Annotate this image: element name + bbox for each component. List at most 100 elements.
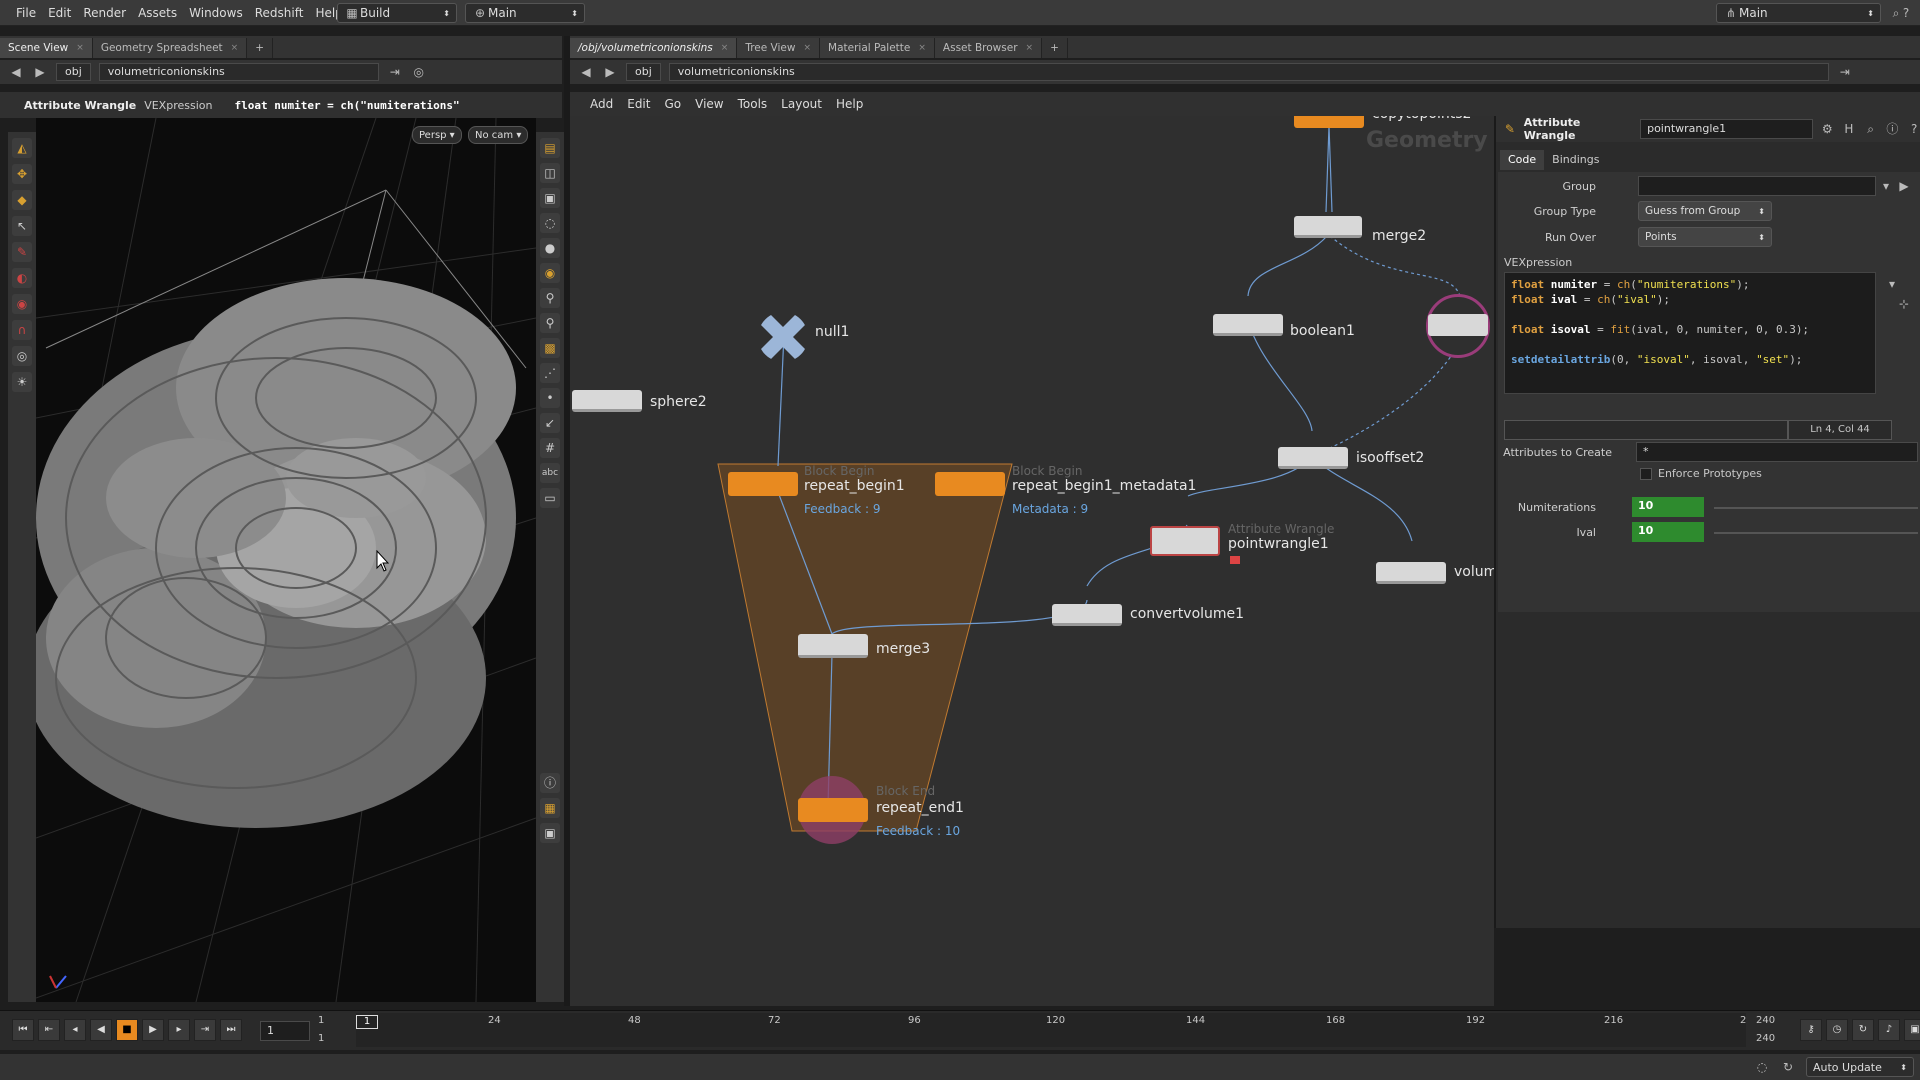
handle-tool-icon[interactable]: ✎ [12,242,32,262]
stop-icon[interactable]: ■ [116,1019,138,1041]
path-node[interactable]: volumetriconionskins [98,63,379,81]
prev-key-icon[interactable]: ⇤ [38,1019,60,1041]
loop-icon[interactable]: ↻ [1852,1019,1874,1041]
node-sphere2[interactable] [572,390,642,412]
shading-icon[interactable]: ● [540,238,560,258]
update-mode-select[interactable]: Auto Update ⬍ [1806,1057,1914,1077]
help-icon[interactable]: ? [1898,5,1914,21]
help-icon[interactable]: ? [1906,121,1920,137]
net-menu-help[interactable]: Help [830,97,869,111]
numiter-field[interactable]: 10 [1632,497,1704,517]
net-menu-add[interactable]: Add [584,97,619,111]
pin-icon[interactable]: ⇥ [1837,64,1853,80]
ival-slider[interactable] [1714,532,1918,534]
text-icon[interactable]: abc [540,463,560,483]
magnet-tool-icon[interactable]: ∩ [12,320,32,340]
options-icon[interactable]: ▣ [1904,1019,1920,1041]
range-end-b[interactable]: 240 [1756,1033,1775,1044]
back-icon[interactable]: ◀ [8,64,24,80]
persp-menu[interactable]: Persp ▾ [412,126,462,144]
range-start-b[interactable]: 1 [318,1033,324,1044]
menu-file[interactable]: File [10,0,42,26]
node-convertvolume1[interactable] [1052,604,1122,626]
net-menu-tools[interactable]: Tools [732,97,774,111]
node-merge3[interactable] [798,634,868,658]
camera-menu[interactable]: No cam ▾ [468,126,529,144]
tab-bindings[interactable]: Bindings [1544,150,1607,170]
group-type-select[interactable]: Guess from Group ⬍ [1638,201,1772,221]
ghost-icon[interactable]: ◌ [540,213,560,233]
arrow-tool-icon[interactable]: ↖ [12,216,32,236]
transform-tool-icon[interactable]: ✥ [12,164,32,184]
step-forward-icon[interactable]: ▸ [168,1019,190,1041]
net-menu-edit[interactable]: Edit [621,97,656,111]
jump-start-icon[interactable]: ⏮ [12,1019,34,1041]
forward-icon[interactable]: ▶ [32,64,48,80]
gear-icon[interactable]: ⚙ [1819,121,1835,137]
hscript-icon[interactable]: H [1841,121,1857,137]
info-icon[interactable]: ⓘ [1885,121,1901,137]
vex-code-editor[interactable]: float numiter = ch("numiterations"); floa… [1504,272,1876,394]
jump-end-icon[interactable]: ⏭ [220,1019,242,1041]
snapshot-icon[interactable]: ▣ [540,823,560,843]
back-icon[interactable]: ◀ [578,64,594,80]
run-over-select[interactable]: Points ⬍ [1638,227,1772,247]
net-menu-layout[interactable]: Layout [775,97,828,111]
group-field[interactable] [1638,176,1876,196]
close-icon[interactable]: × [1026,38,1034,58]
normals-icon[interactable]: ⋰ [540,363,560,383]
key-icon[interactable]: ⚷ [1800,1019,1822,1041]
refresh-icon[interactable]: ↻ [1780,1059,1796,1075]
menu-assets[interactable]: Assets [132,0,183,26]
pose-tool-icon[interactable]: ◆ [12,190,32,210]
tab-network-path[interactable]: /obj/volumetriconionskins × [570,38,738,58]
layout-quad-icon[interactable]: ▦ [540,798,560,818]
search-icon[interactable]: ⌕ [1863,121,1879,137]
node-unnamed-wrangle[interactable] [1428,314,1488,336]
numiter-slider[interactable] [1714,507,1918,509]
tab-scene-view[interactable]: Scene View × [0,38,93,58]
tab-geometry-spreadsheet[interactable]: Geometry Spreadsheet × [92,38,248,58]
current-frame-field[interactable]: 1 [260,1021,310,1041]
tab-asset-browser[interactable]: Asset Browser × [934,38,1043,58]
close-icon[interactable]: × [231,38,239,58]
bg-icon[interactable]: ▩ [540,338,560,358]
expand-icon[interactable]: ▾ [1884,276,1900,292]
ival-field[interactable]: 10 [1632,522,1704,542]
attr-create-field[interactable]: * [1636,442,1918,462]
chat-icon[interactable]: ◌ [1754,1059,1770,1075]
close-icon[interactable]: × [721,38,729,58]
add-tab-button[interactable]: + [1042,38,1068,58]
points-icon[interactable]: • [540,388,560,408]
numbers-icon[interactable]: # [540,438,560,458]
enforce-checkbox[interactable] [1640,468,1652,480]
node-repeat-end1[interactable] [798,798,868,822]
light-tool-icon[interactable]: ☀ [12,372,32,392]
node-pointwrangle1[interactable] [1150,526,1220,556]
menu-windows[interactable]: Windows [183,0,249,26]
close-icon[interactable]: × [803,38,811,58]
node-copytopoints[interactable] [1294,116,1364,128]
pin-icon[interactable]: ⇥ [387,64,403,80]
vectors-icon[interactable]: ↙ [540,413,560,433]
path-root[interactable]: obj [56,63,91,81]
path-root[interactable]: obj [626,63,661,81]
lock-icon[interactable]: ▣ [540,188,560,208]
context-select[interactable]: ⊕ Main ⬍ [465,3,585,23]
display-icon[interactable]: ▤ [540,138,560,158]
wrangle-expression[interactable]: float numiter = ch("numiterations" [234,99,484,112]
brush-tool-icon[interactable]: ◐ [12,268,32,288]
pin-viewport-icon[interactable]: ⚲ [540,288,560,308]
menu-edit[interactable]: Edit [42,0,77,26]
node-isooffset2[interactable] [1278,447,1348,469]
tab-code[interactable]: Code [1500,150,1545,170]
range-start-a[interactable]: 1 [318,1015,324,1026]
headlight-icon[interactable]: ⚲ [540,313,560,333]
network-editor[interactable]: Geometry copytopoints2 merge2 null1 bool… [570,116,1494,1006]
net-menu-go[interactable]: Go [658,97,687,111]
net-menu-view[interactable]: View [689,97,729,111]
menu-render[interactable]: Render [77,0,132,26]
node-repeat-begin1[interactable] [728,472,798,496]
link-icon[interactable]: ◎ [411,64,427,80]
chevron-down-icon[interactable]: ▾ [1878,178,1894,194]
